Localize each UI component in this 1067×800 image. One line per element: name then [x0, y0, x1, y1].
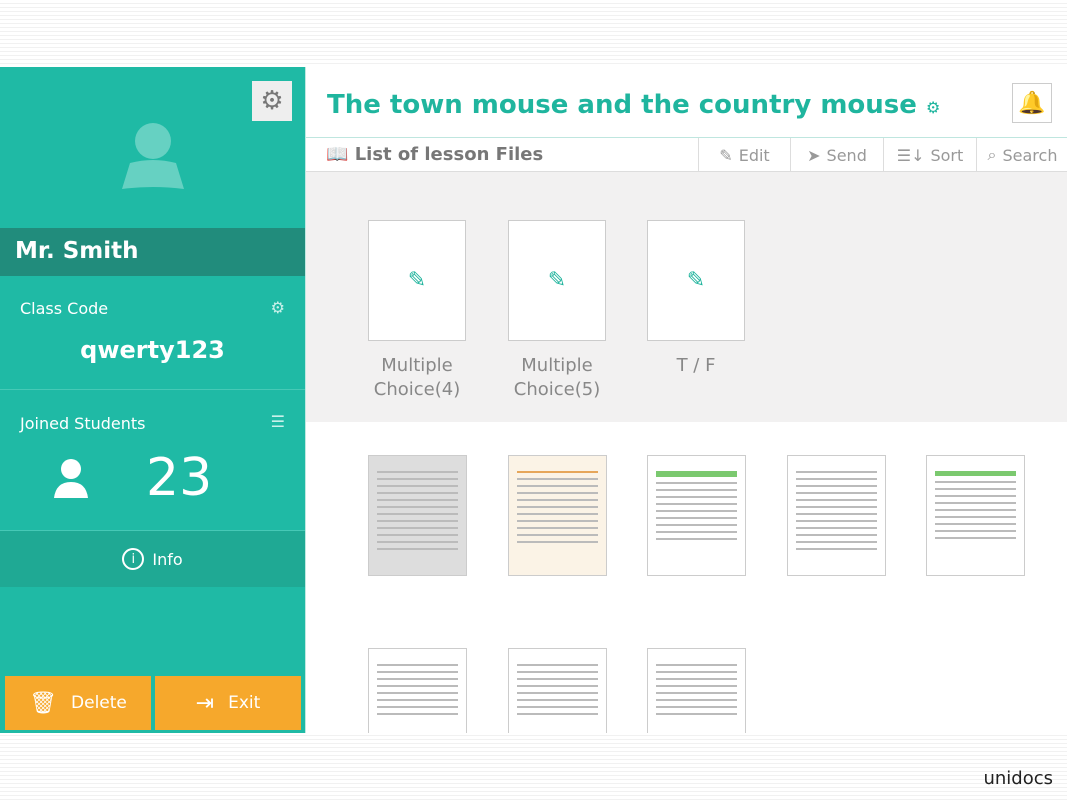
lesson-title-text: The town mouse and the country mouse [327, 90, 917, 120]
sidebar: ⚙ Mr. Smith Class Code ⚙ qwerty123 Joine… [0, 67, 305, 733]
exit-label: Exit [228, 693, 261, 713]
edit-label: Edit [738, 145, 770, 165]
lesson-file-thumbnail[interactable] [368, 455, 467, 576]
class-code: qwerty123 [80, 336, 225, 364]
bell-icon: 🔔 [1018, 90, 1046, 116]
send-label: Send [826, 145, 867, 165]
template-multiple-choice-4[interactable]: ✎ [368, 220, 466, 341]
templates-area: ✎ Multiple Choice(4) ✎ Multiple Choice(5) … [306, 172, 1067, 422]
delete-button[interactable]: 🗑 Delete [5, 676, 151, 730]
lesson-file-thumbnail[interactable] [647, 648, 746, 733]
joined-students-label: Joined Students [20, 414, 146, 433]
lesson-file-thumbnail[interactable] [787, 455, 886, 576]
lesson-file-thumbnail[interactable] [647, 455, 746, 576]
exit-button[interactable]: ⇥ Exit [155, 676, 301, 730]
lesson-title: The town mouse and the country mouse ⚙ [327, 90, 940, 120]
student-icon [54, 459, 88, 498]
send-icon: ➤ [807, 145, 821, 165]
info-icon: i [122, 548, 145, 570]
info-label: Info [152, 549, 183, 569]
unidocs-logo: unidocs [983, 768, 1053, 789]
search-label: Search [1002, 145, 1058, 165]
gear-icon[interactable]: ⚙ [271, 298, 285, 317]
template-label: Multiple Choice(4) [373, 355, 461, 400]
lesson-file-thumbnail[interactable] [926, 455, 1025, 576]
joined-students-section: Joined Students ☰ 23 [0, 390, 305, 531]
menu-icon[interactable]: ☰ [271, 412, 285, 431]
send-button[interactable]: ➤ Send [790, 138, 883, 172]
trash-icon: 🗑 [29, 690, 58, 716]
lesson-file-thumbnail[interactable] [508, 455, 607, 576]
edit-icon: ✎ [547, 268, 567, 293]
edit-button[interactable]: ✎ Edit [698, 138, 790, 172]
delete-label: Delete [71, 693, 127, 713]
pencil-icon: ✎ [719, 145, 733, 165]
avatar [122, 123, 184, 189]
template-multiple-choice-5[interactable]: ✎ [508, 220, 606, 341]
lesson-file-thumbnail[interactable] [508, 648, 607, 733]
gear-icon[interactable]: ⚙ [926, 98, 940, 117]
toolbar: 📖 List of lesson Files ✎ Edit ➤ Send ☰↓ Sor… [306, 137, 1067, 172]
sort-button[interactable]: ☰↓ Sort [883, 138, 976, 172]
class-code-label: Class Code [20, 299, 109, 318]
gear-icon: ⚙ [260, 86, 284, 116]
lesson-file-thumbnail[interactable] [368, 648, 467, 733]
edit-icon: ✎ [407, 268, 427, 293]
edit-icon: ✎ [686, 268, 706, 293]
search-icon: ⌕ [987, 145, 997, 164]
sort-icon: ☰↓ [896, 145, 925, 165]
template-true-false[interactable]: ✎ [647, 220, 745, 341]
notification-button[interactable]: 🔔 [1012, 83, 1052, 123]
toolbar-title-text: List of lesson Files [354, 144, 544, 165]
toolbar-title: 📖 List of lesson Files [326, 144, 543, 165]
joined-count: 23 [146, 448, 213, 508]
class-code-section: Class Code ⚙ qwerty123 [0, 276, 305, 390]
template-label: Multiple Choice(5) [513, 355, 601, 400]
exit-icon: ⇥ [195, 690, 215, 716]
book-icon: 📖 [326, 144, 349, 165]
info-button[interactable]: i Info [0, 531, 305, 587]
teacher-name: Mr. Smith [0, 228, 305, 276]
main-panel: The town mouse and the country mouse ⚙ 🔔… [305, 67, 1067, 733]
template-label: T / F [676, 355, 716, 376]
sort-label: Sort [930, 145, 964, 165]
settings-button[interactable]: ⚙ [252, 81, 292, 121]
search-button[interactable]: ⌕ Search [976, 138, 1067, 172]
